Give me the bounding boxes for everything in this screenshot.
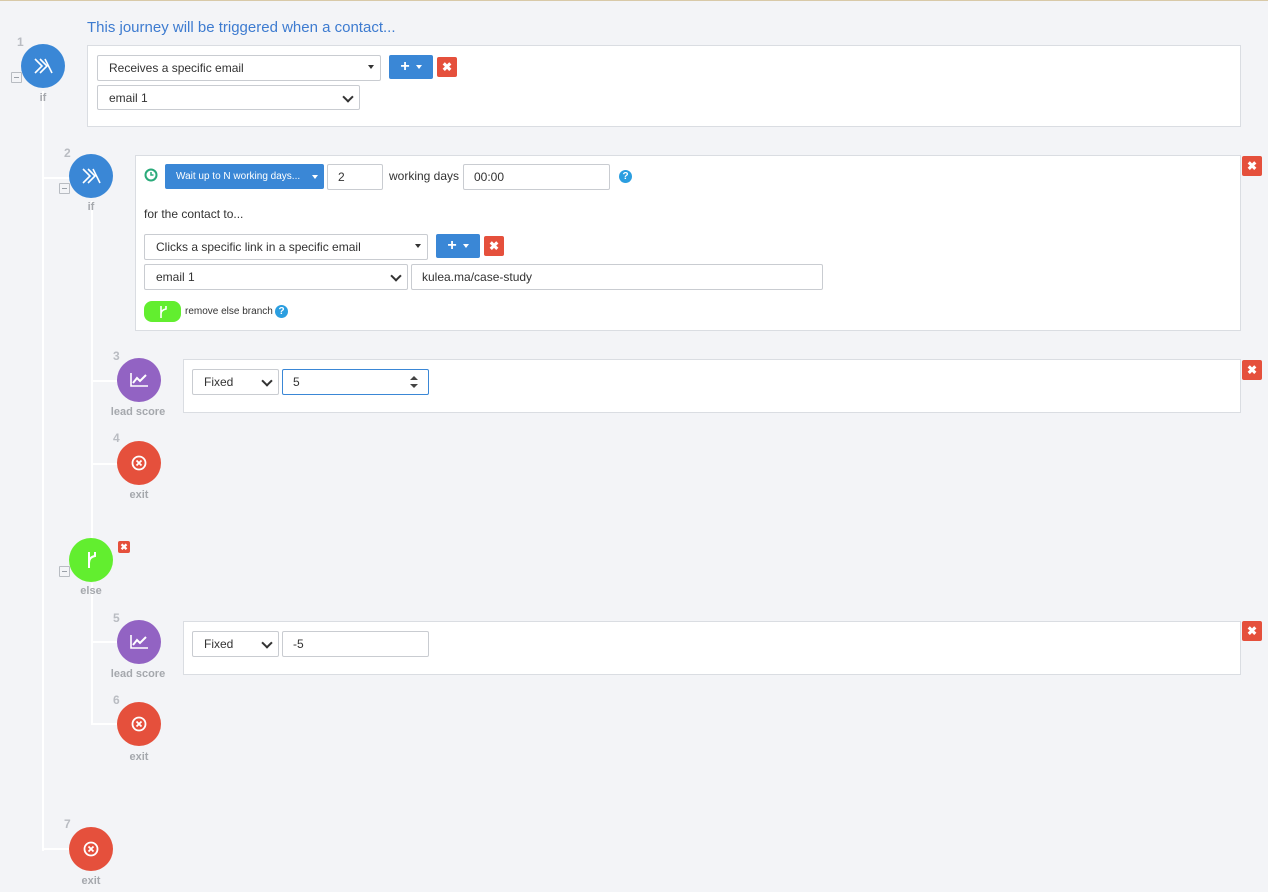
caret-icon (415, 65, 422, 69)
exit-node[interactable] (117, 441, 161, 485)
chevron-down-icon (342, 91, 354, 103)
add-condition-button[interactable]: + (436, 234, 480, 258)
journey-arrows-icon (82, 168, 101, 184)
wait-panel: Wait up to N working days... 2 working d… (135, 155, 1241, 331)
exit-node[interactable] (117, 702, 161, 746)
node-label: lead score (110, 406, 166, 418)
remove-step-button[interactable]: ✖ (1242, 360, 1262, 380)
collapse-toggle[interactable] (59, 566, 70, 577)
select-value: Fixed (204, 375, 234, 389)
select-value: Receives a specific email (109, 61, 244, 75)
spinner-arrows-icon[interactable] (410, 376, 418, 388)
chart-trend-icon (130, 635, 148, 649)
wait-email-select[interactable]: email 1 (144, 264, 408, 290)
trigger-email-select[interactable]: email 1 (97, 85, 360, 110)
node-label: exit (81, 875, 101, 887)
tree-line-if-branch (91, 201, 93, 546)
score-type-select[interactable]: Fixed (192, 369, 279, 395)
tree-line-main (42, 91, 44, 851)
remove-condition-button[interactable]: ✖ (484, 236, 504, 256)
score-value-input[interactable]: -5 (282, 631, 429, 657)
input-value: -5 (293, 637, 304, 651)
chevron-down-icon (261, 375, 273, 387)
plus-icon: + (447, 237, 457, 254)
clock-icon (144, 168, 158, 182)
working-days-label: working days (389, 169, 460, 183)
select-value: Clicks a specific link in a specific ema… (156, 240, 361, 254)
tree-line-else-branch (91, 583, 93, 725)
step-number: 1 (17, 35, 24, 49)
journey-title: This journey will be triggered when a co… (87, 19, 396, 36)
select-value: email 1 (109, 90, 148, 105)
node-label: else (80, 585, 102, 597)
help-icon[interactable]: ? (619, 170, 632, 183)
lead-score-node[interactable] (117, 358, 161, 402)
input-value: 2 (338, 170, 345, 184)
else-node[interactable] (69, 538, 113, 582)
for-contact-label: for the contact to... (144, 207, 244, 221)
exit-node[interactable] (69, 827, 113, 871)
chevron-down-icon (390, 270, 402, 282)
link-input[interactable]: kulea.ma/case-study (411, 264, 823, 290)
else-branch-toggle[interactable] (144, 301, 181, 322)
wait-mode-dropdown[interactable]: Wait up to N working days... (165, 164, 324, 189)
help-icon[interactable]: ? (275, 305, 288, 318)
remove-step-button[interactable]: ✖ (1242, 621, 1262, 641)
node-label: if (87, 201, 95, 213)
input-value: kulea.ma/case-study (422, 270, 533, 284)
caret-icon (415, 244, 421, 248)
tree-connector (42, 848, 72, 850)
step-number: 7 (64, 817, 71, 831)
step-number: 6 (113, 693, 120, 707)
branch-icon (159, 305, 167, 318)
caret-icon (462, 244, 469, 248)
wait-days-input[interactable]: 2 (327, 164, 383, 190)
score-value-input[interactable]: 5 (282, 369, 429, 395)
wait-time-input[interactable]: 00:00 (463, 164, 610, 190)
wait-condition-select[interactable]: Clicks a specific link in a specific ema… (144, 234, 428, 260)
chart-trend-icon (130, 373, 148, 387)
plus-icon: + (400, 58, 410, 75)
wait-mode-label: Wait up to N working days... (176, 171, 301, 182)
collapse-toggle[interactable] (11, 72, 22, 83)
remove-else-label[interactable]: remove else branch (185, 306, 273, 317)
score-type-select[interactable]: Fixed (192, 631, 279, 657)
node-label: exit (129, 751, 149, 763)
select-value: Fixed (204, 637, 234, 651)
remove-step-button[interactable]: ✖ (1242, 156, 1262, 176)
wait-condition-node[interactable] (69, 154, 113, 198)
caret-icon (312, 174, 319, 179)
add-condition-button[interactable]: + (389, 55, 433, 79)
lead-score-node[interactable] (117, 620, 161, 664)
select-value: email 1 (156, 270, 195, 284)
journey-arrows-icon (34, 58, 53, 74)
input-value: 5 (293, 375, 300, 389)
lead-score-panel: Fixed 5 (183, 359, 1241, 413)
step-number: 5 (113, 611, 120, 625)
trigger-node[interactable] (21, 44, 65, 88)
trigger-condition-select[interactable]: Receives a specific email (97, 55, 381, 81)
step-number: 3 (113, 349, 120, 363)
input-value: 00:00 (474, 170, 505, 184)
branch-icon (88, 552, 96, 568)
tree-connector (42, 177, 72, 179)
caret-icon (368, 65, 374, 69)
exit-circle-icon (131, 455, 147, 471)
node-label: if (39, 92, 47, 104)
node-label: exit (129, 489, 149, 501)
remove-else-button[interactable]: ✖ (118, 541, 130, 553)
lead-score-panel: Fixed -5 (183, 621, 1241, 675)
node-label: lead score (110, 668, 166, 680)
remove-condition-button[interactable]: ✖ (437, 57, 457, 77)
exit-circle-icon (83, 841, 99, 857)
collapse-toggle[interactable] (59, 183, 70, 194)
chevron-down-icon (261, 637, 273, 649)
trigger-panel: Receives a specific email + ✖ email 1 (87, 45, 1241, 127)
step-number: 4 (113, 431, 120, 445)
exit-circle-icon (131, 716, 147, 732)
step-number: 2 (64, 146, 71, 160)
